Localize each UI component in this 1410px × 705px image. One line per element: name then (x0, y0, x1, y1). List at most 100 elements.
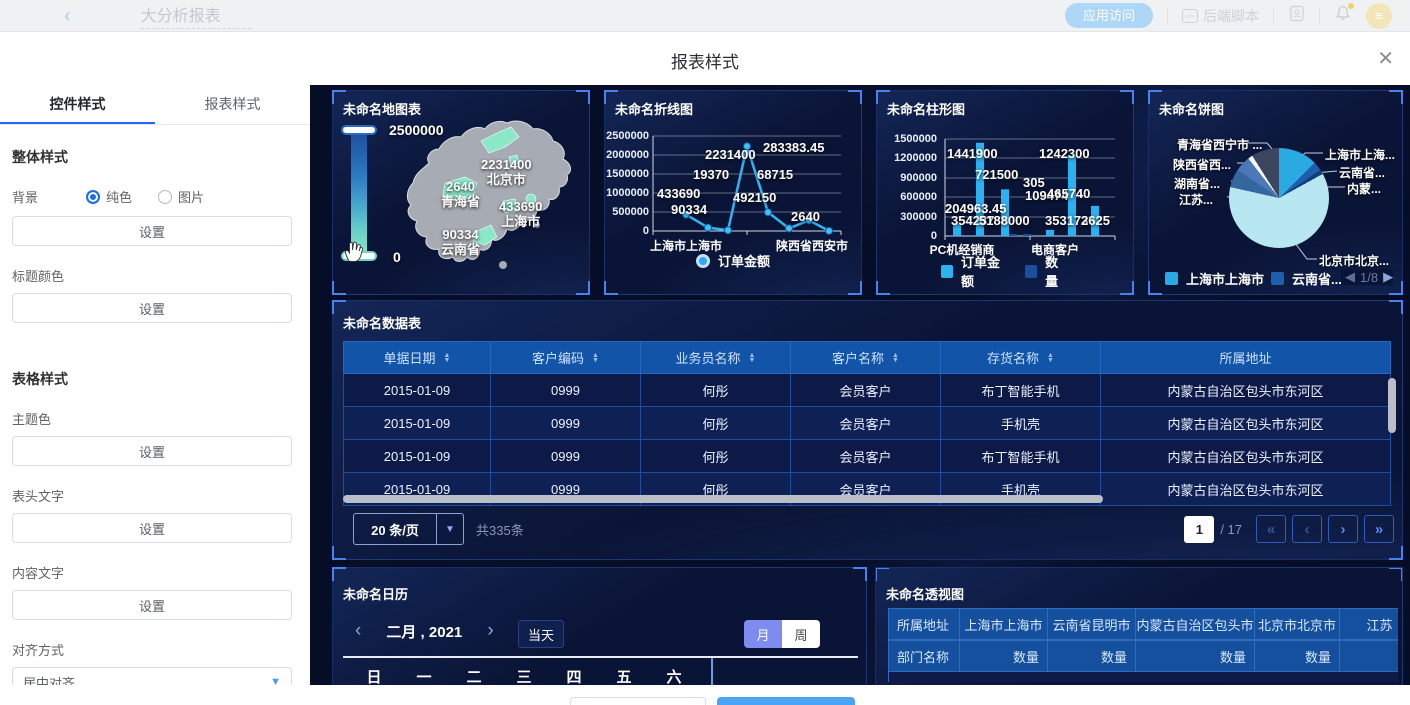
data-table-panel[interactable]: 未命名数据表 单据日期▲▼客户编码▲▼业务员名称▲▼客户名称▲▼存货名称▲▼所属… (332, 300, 1403, 560)
dashboard-preview: 未命名地图表 2500000 0 2231400北京市 2640青海省 (310, 85, 1410, 685)
page-prev-icon[interactable]: ◀ (1345, 269, 1355, 285)
pivot-panel[interactable]: 未命名透视图 所属地址上海市上海市云南省昆明市内蒙古自治区包头市北京市北京市江苏… (875, 567, 1403, 685)
table-cell: 2015-01-09 (343, 440, 491, 473)
notification-bell-icon[interactable] (1334, 4, 1352, 27)
column-header-label: 存货名称 (987, 348, 1039, 367)
back-icon[interactable]: ‹ (64, 1, 71, 31)
china-map (385, 113, 585, 289)
pie-legend-pagination: ◀ 1/8 ▶ (1341, 269, 1393, 285)
pie-chart-disc[interactable] (1229, 148, 1329, 248)
top-nav-bar: ‹ 大分析报表 应用访问 </> 后端脚本 (0, 0, 1410, 32)
first-page-button[interactable]: « (1256, 515, 1286, 543)
header-text-set-button[interactable]: 设置 (12, 513, 292, 543)
pivot-column-header[interactable]: 上海市上海市 (960, 608, 1048, 640)
x-axis-label: 陕西省西安市 (757, 237, 867, 254)
content-text-set-button[interactable]: 设置 (12, 590, 292, 620)
map-chart-panel[interactable]: 未命名地图表 2500000 0 2231400北京市 2640青海省 (332, 90, 590, 295)
style-sidebar: 控件样式 报表样式 整体样式 背景 纯色 图片 设置 标题颜色 设置 表格样式 … (0, 85, 310, 705)
pivot-column-header[interactable]: 云南省昆明市 (1048, 608, 1136, 640)
table-cell: 布丁智能手机 (941, 440, 1101, 473)
pivot-data-row (888, 672, 1398, 682)
sort-icon[interactable]: ▲▼ (444, 353, 451, 363)
horizontal-scrollbar[interactable] (343, 495, 1103, 503)
bar-legend-item[interactable]: 数量 (1025, 252, 1069, 290)
column-header[interactable]: 单据日期▲▼ (343, 341, 491, 374)
column-header[interactable]: 存货名称 ▲▼ (941, 341, 1101, 374)
radio-image[interactable] (158, 190, 172, 204)
background-set-button[interactable]: 设置 (12, 216, 292, 246)
vertical-scrollbar[interactable] (1388, 378, 1396, 433)
theme-color-set-button[interactable]: 设置 (12, 436, 292, 466)
pie-legend-item[interactable]: 上海市上海市 (1165, 269, 1264, 288)
table-row[interactable]: 2015-01-090999何彤会员客户手机壳内蒙古自治区包头市东河区 (343, 407, 1391, 440)
line-legend[interactable]: 订单金额 (696, 251, 770, 270)
report-title[interactable]: 大分析报表 (141, 2, 251, 29)
line-chart-panel[interactable]: 未命名折线图 250000020000001500000100000050000… (604, 90, 862, 295)
column-header-label: 所属地址 (1219, 348, 1271, 367)
table-row[interactable]: 2015-01-090999何彤会员客户布丁智能手机内蒙古自治区包头市东河区 (343, 374, 1391, 407)
pivot-measure-header[interactable]: 数量 (1048, 640, 1136, 672)
legend-label: 数量 (1045, 252, 1069, 290)
next-page-button[interactable]: › (1328, 515, 1358, 543)
sort-icon[interactable]: ▲▼ (592, 353, 599, 363)
cancel-button[interactable] (570, 697, 706, 705)
theme-color-label: 主题色 (12, 409, 310, 428)
bar-legend-item[interactable]: 订单金额 (941, 252, 1009, 290)
pivot-measure-header[interactable]: 数量 (960, 640, 1048, 672)
title-color-set-button[interactable]: 设置 (12, 293, 292, 323)
tab-control-style[interactable]: 控件样式 (0, 85, 155, 124)
next-month-icon[interactable]: › (479, 620, 501, 642)
close-icon[interactable]: ✕ (1377, 46, 1394, 71)
page-next-icon[interactable]: ▶ (1383, 269, 1393, 285)
confirm-button[interactable] (717, 697, 855, 705)
pivot-measure-header[interactable]: 数量 (1255, 640, 1340, 672)
data-label: 283383.45 (763, 140, 824, 155)
data-label: 68715 (757, 167, 793, 182)
column-header[interactable]: 业务员名称▲▼ (641, 341, 791, 374)
pivot-column-header[interactable]: 内蒙古自治区包头市 (1136, 608, 1255, 640)
y-axis-tick: 600000 (877, 191, 937, 203)
pivot-measure-header[interactable]: 数量 (1136, 640, 1255, 672)
column-header[interactable]: 客户名称▲▼ (791, 341, 941, 374)
prev-page-button[interactable]: ‹ (1292, 515, 1322, 543)
column-header[interactable]: 所属地址 (1101, 341, 1391, 374)
app-access-button[interactable]: 应用访问 (1065, 3, 1153, 28)
page-indicator: 1/8 (1360, 270, 1378, 285)
report-style-dialog: 报表样式 ✕ 控件样式 报表样式 整体样式 背景 纯色 图片 设置 标题颜色 设… (0, 32, 1410, 705)
radio-solid-label[interactable]: 纯色 (106, 187, 132, 206)
sort-icon[interactable]: ▲▼ (1047, 353, 1054, 363)
prev-month-icon[interactable]: ‹ (347, 620, 369, 642)
last-page-button[interactable]: » (1364, 515, 1394, 543)
avatar[interactable]: ≡ (1366, 3, 1392, 29)
pivot-column-header[interactable]: 北京市北京市 (1255, 608, 1340, 640)
pivot-measure-header[interactable] (1340, 640, 1398, 672)
today-button[interactable]: 当天 (518, 620, 564, 648)
table-cell: 何彤 (641, 440, 791, 473)
calendar-panel[interactable]: 未命名日历 ‹ 二月 , 2021 › 当天 月 周 日一二三四五六 (332, 567, 867, 685)
header-text-label: 表头文字 (12, 486, 310, 505)
mode-week-button[interactable]: 周 (782, 620, 820, 648)
radio-solid-color[interactable] (86, 190, 100, 204)
pivot-column-header[interactable]: 江苏 (1340, 608, 1398, 640)
page-size-select[interactable]: 20 条/页 ▼ (353, 513, 464, 545)
page-number-input[interactable]: 1 (1184, 516, 1214, 543)
sort-icon[interactable]: ▲▼ (892, 353, 899, 363)
pivot-measure-header[interactable]: 部门名称 (888, 640, 960, 672)
bar-legend[interactable]: 订单金额数量 (941, 252, 1069, 290)
pie-chart-panel[interactable]: 未命名饼图 青海省西宁市 ... 陕西省西... 湖南省... 江苏... 上海… (1148, 90, 1403, 295)
radio-image-label[interactable]: 图片 (178, 187, 204, 206)
sort-icon[interactable]: ▲▼ (749, 353, 756, 363)
table-row[interactable]: 2015-01-090999何彤会员客户布丁智能手机内蒙古自治区包头市东河区 (343, 440, 1391, 473)
mode-month-button[interactable]: 月 (744, 620, 782, 648)
pie-legend-item[interactable]: 云南省... (1271, 269, 1342, 288)
background-label: 背景 (12, 187, 38, 206)
pivot-column-header[interactable]: 所属地址 (888, 608, 960, 640)
pivot-header-row: 所属地址上海市上海市云南省昆明市内蒙古自治区包头市北京市北京市江苏 (888, 608, 1398, 640)
column-header[interactable]: 客户编码▲▼ (491, 341, 641, 374)
slider-handle-top[interactable] (341, 125, 377, 135)
contacts-icon[interactable] (1288, 5, 1305, 27)
sidebar-tabs: 控件样式 报表样式 (0, 85, 310, 125)
bar-chart-panel[interactable]: 未命名柱形图 150000012000009000006000003000000… (876, 90, 1134, 295)
backend-script-button[interactable]: </> 后端脚本 (1182, 6, 1259, 26)
tab-report-style[interactable]: 报表样式 (155, 85, 310, 124)
